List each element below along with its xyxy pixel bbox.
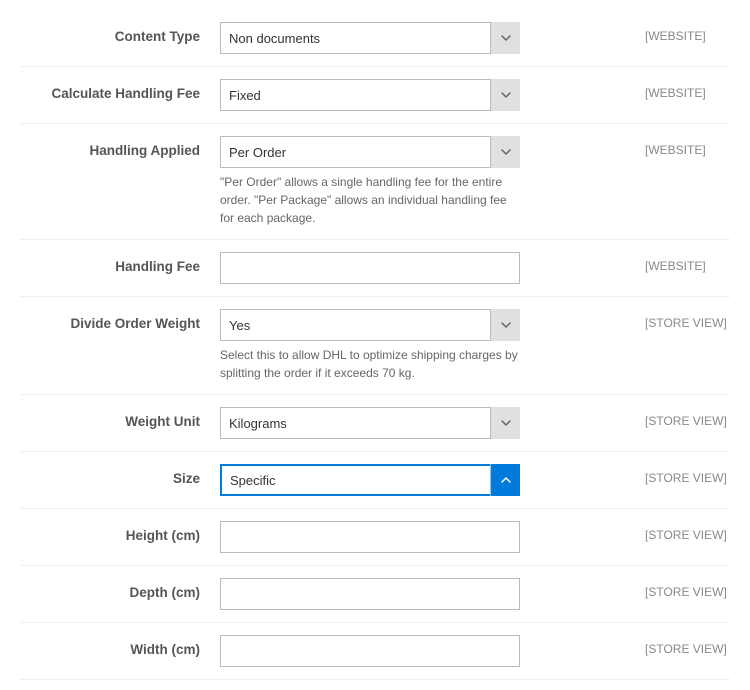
scope-size: [STORE VIEW] bbox=[630, 464, 730, 485]
form-row-weight-unit: Weight UnitKilogramsPounds [STORE VIEW] bbox=[20, 395, 730, 452]
scope-width-cm: [STORE VIEW] bbox=[630, 635, 730, 656]
settings-form: Content TypeNon documentsDocuments [WEBS… bbox=[0, 0, 750, 690]
control-wrap-calculate-handling-fee: FixedPercent bbox=[220, 79, 630, 111]
form-row-size: SizeSpecificRegular [STORE VIEW] bbox=[20, 452, 730, 509]
label-weight-unit: Weight Unit bbox=[20, 407, 220, 429]
scope-height-cm: [STORE VIEW] bbox=[630, 521, 730, 542]
input-width-cm[interactable] bbox=[220, 635, 520, 667]
form-row-handling-fee: Handling Fee [WEBSITE] bbox=[20, 240, 730, 297]
select-calculate-handling-fee[interactable]: FixedPercent bbox=[220, 79, 520, 111]
select-wrapper-handling-applied: Per OrderPer Package bbox=[220, 136, 520, 168]
select-wrapper-weight-unit: KilogramsPounds bbox=[220, 407, 520, 439]
scope-weight-unit: [STORE VIEW] bbox=[630, 407, 730, 428]
form-row-depth-cm: Depth (cm) [STORE VIEW] bbox=[20, 566, 730, 623]
scope-content-type: [WEBSITE] bbox=[630, 22, 730, 43]
select-wrapper-divide-order-weight: YesNo bbox=[220, 309, 520, 341]
input-depth-cm[interactable] bbox=[220, 578, 520, 610]
control-wrap-width-cm bbox=[220, 635, 630, 667]
form-row-calculate-handling-fee: Calculate Handling FeeFixedPercent [WEBS… bbox=[20, 67, 730, 124]
control-wrap-size: SpecificRegular bbox=[220, 464, 630, 496]
select-handling-applied[interactable]: Per OrderPer Package bbox=[220, 136, 520, 168]
select-wrapper-calculate-handling-fee: FixedPercent bbox=[220, 79, 520, 111]
form-row-height-cm: Height (cm) [STORE VIEW] bbox=[20, 509, 730, 566]
input-handling-fee[interactable] bbox=[220, 252, 520, 284]
select-weight-unit[interactable]: KilogramsPounds bbox=[220, 407, 520, 439]
form-row-handling-applied: Handling AppliedPer OrderPer Package "Pe… bbox=[20, 124, 730, 240]
control-wrap-content-type: Non documentsDocuments bbox=[220, 22, 630, 54]
input-height-cm[interactable] bbox=[220, 521, 520, 553]
form-row-divide-order-weight: Divide Order WeightYesNo Select this to … bbox=[20, 297, 730, 395]
label-size: Size bbox=[20, 464, 220, 486]
label-height-cm: Height (cm) bbox=[20, 521, 220, 543]
select-content-type[interactable]: Non documentsDocuments bbox=[220, 22, 520, 54]
select-wrapper-content-type: Non documentsDocuments bbox=[220, 22, 520, 54]
label-calculate-handling-fee: Calculate Handling Fee bbox=[20, 79, 220, 101]
scope-handling-fee: [WEBSITE] bbox=[630, 252, 730, 273]
control-wrap-handling-fee bbox=[220, 252, 630, 284]
control-wrap-depth-cm bbox=[220, 578, 630, 610]
form-row-content-type: Content TypeNon documentsDocuments [WEBS… bbox=[20, 10, 730, 67]
label-handling-fee: Handling Fee bbox=[20, 252, 220, 274]
form-row-width-cm: Width (cm) [STORE VIEW] bbox=[20, 623, 730, 680]
label-content-type: Content Type bbox=[20, 22, 220, 44]
label-depth-cm: Depth (cm) bbox=[20, 578, 220, 600]
label-width-cm: Width (cm) bbox=[20, 635, 220, 657]
control-wrap-handling-applied: Per OrderPer Package "Per Order" allows … bbox=[220, 136, 630, 227]
note-divide-order-weight: Select this to allow DHL to optimize shi… bbox=[220, 346, 520, 382]
control-wrap-height-cm bbox=[220, 521, 630, 553]
scope-handling-applied: [WEBSITE] bbox=[630, 136, 730, 157]
label-handling-applied: Handling Applied bbox=[20, 136, 220, 158]
scope-divide-order-weight: [STORE VIEW] bbox=[630, 309, 730, 330]
note-handling-applied: "Per Order" allows a single handling fee… bbox=[220, 173, 520, 227]
scope-calculate-handling-fee: [WEBSITE] bbox=[630, 79, 730, 100]
select-size[interactable]: SpecificRegular bbox=[220, 464, 520, 496]
control-wrap-weight-unit: KilogramsPounds bbox=[220, 407, 630, 439]
select-divide-order-weight[interactable]: YesNo bbox=[220, 309, 520, 341]
label-divide-order-weight: Divide Order Weight bbox=[20, 309, 220, 331]
scope-depth-cm: [STORE VIEW] bbox=[630, 578, 730, 599]
control-wrap-divide-order-weight: YesNo Select this to allow DHL to optimi… bbox=[220, 309, 630, 382]
select-wrapper-size: SpecificRegular bbox=[220, 464, 520, 496]
